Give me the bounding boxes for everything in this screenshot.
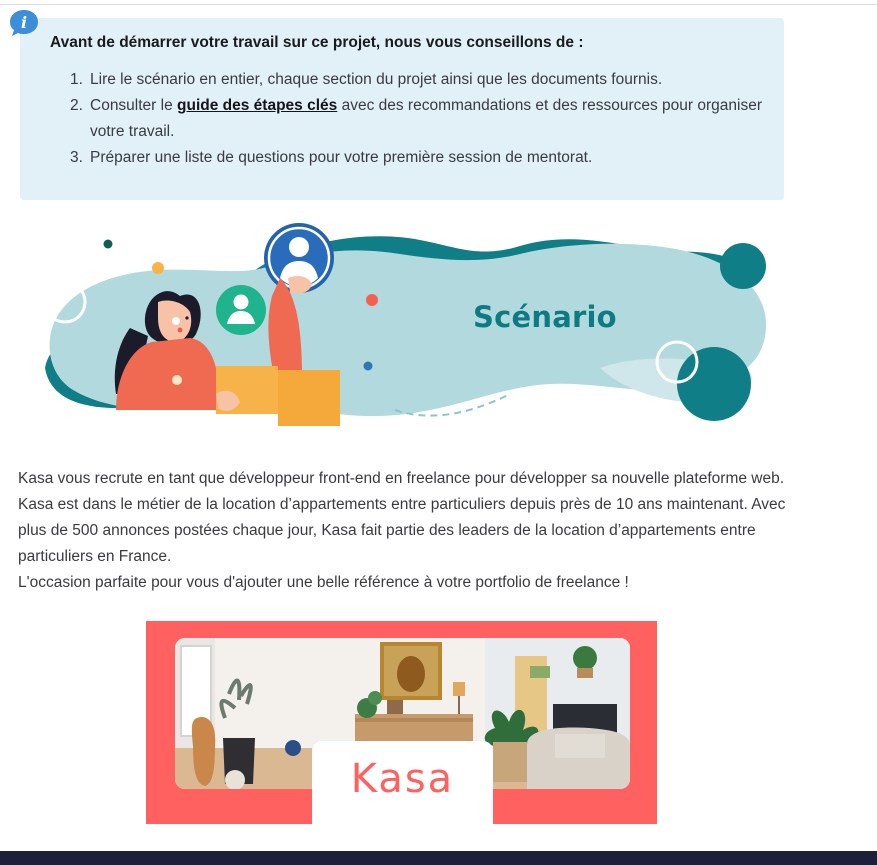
list-item: 1. Lire le scénario en entier, chaque se… [70, 71, 663, 88]
svg-text:i: i [21, 13, 27, 32]
logo-card: Kasa [312, 741, 493, 824]
avatar-badge-green [216, 285, 266, 335]
dot-red [366, 294, 378, 306]
recommendations-list: 1. Lire le scénario en entier, chaque se… [70, 67, 770, 171]
dot-dark [103, 239, 113, 249]
list-item: 2. Consulter le guide des étapes clés av… [70, 97, 763, 140]
scenario-title: Scénario [473, 300, 617, 334]
callout-heading: Avant de démarrer votre travail sur ce p… [50, 34, 584, 51]
scenario-paragraph: Kasa vous recrute en tant que développeu… [18, 470, 786, 591]
top-divider [0, 4, 877, 5]
list-item: 3. Préparer une liste de questions pour … [70, 149, 593, 166]
dot-orange [152, 262, 164, 274]
info-callout: Avant de démarrer votre travail sur ce p… [20, 18, 784, 200]
teal-circle-top [720, 243, 766, 289]
guide-etapes-link[interactable]: guide des étapes clés [177, 97, 337, 114]
kasa-banner: Kasa [146, 621, 657, 824]
scenario-illustration [43, 223, 767, 426]
dot-blue [363, 361, 373, 371]
kasa-logo: Kasa [350, 756, 455, 802]
footer-bar [0, 851, 877, 865]
info-icon: i [10, 10, 38, 36]
teal-circle-bottom [677, 347, 751, 421]
